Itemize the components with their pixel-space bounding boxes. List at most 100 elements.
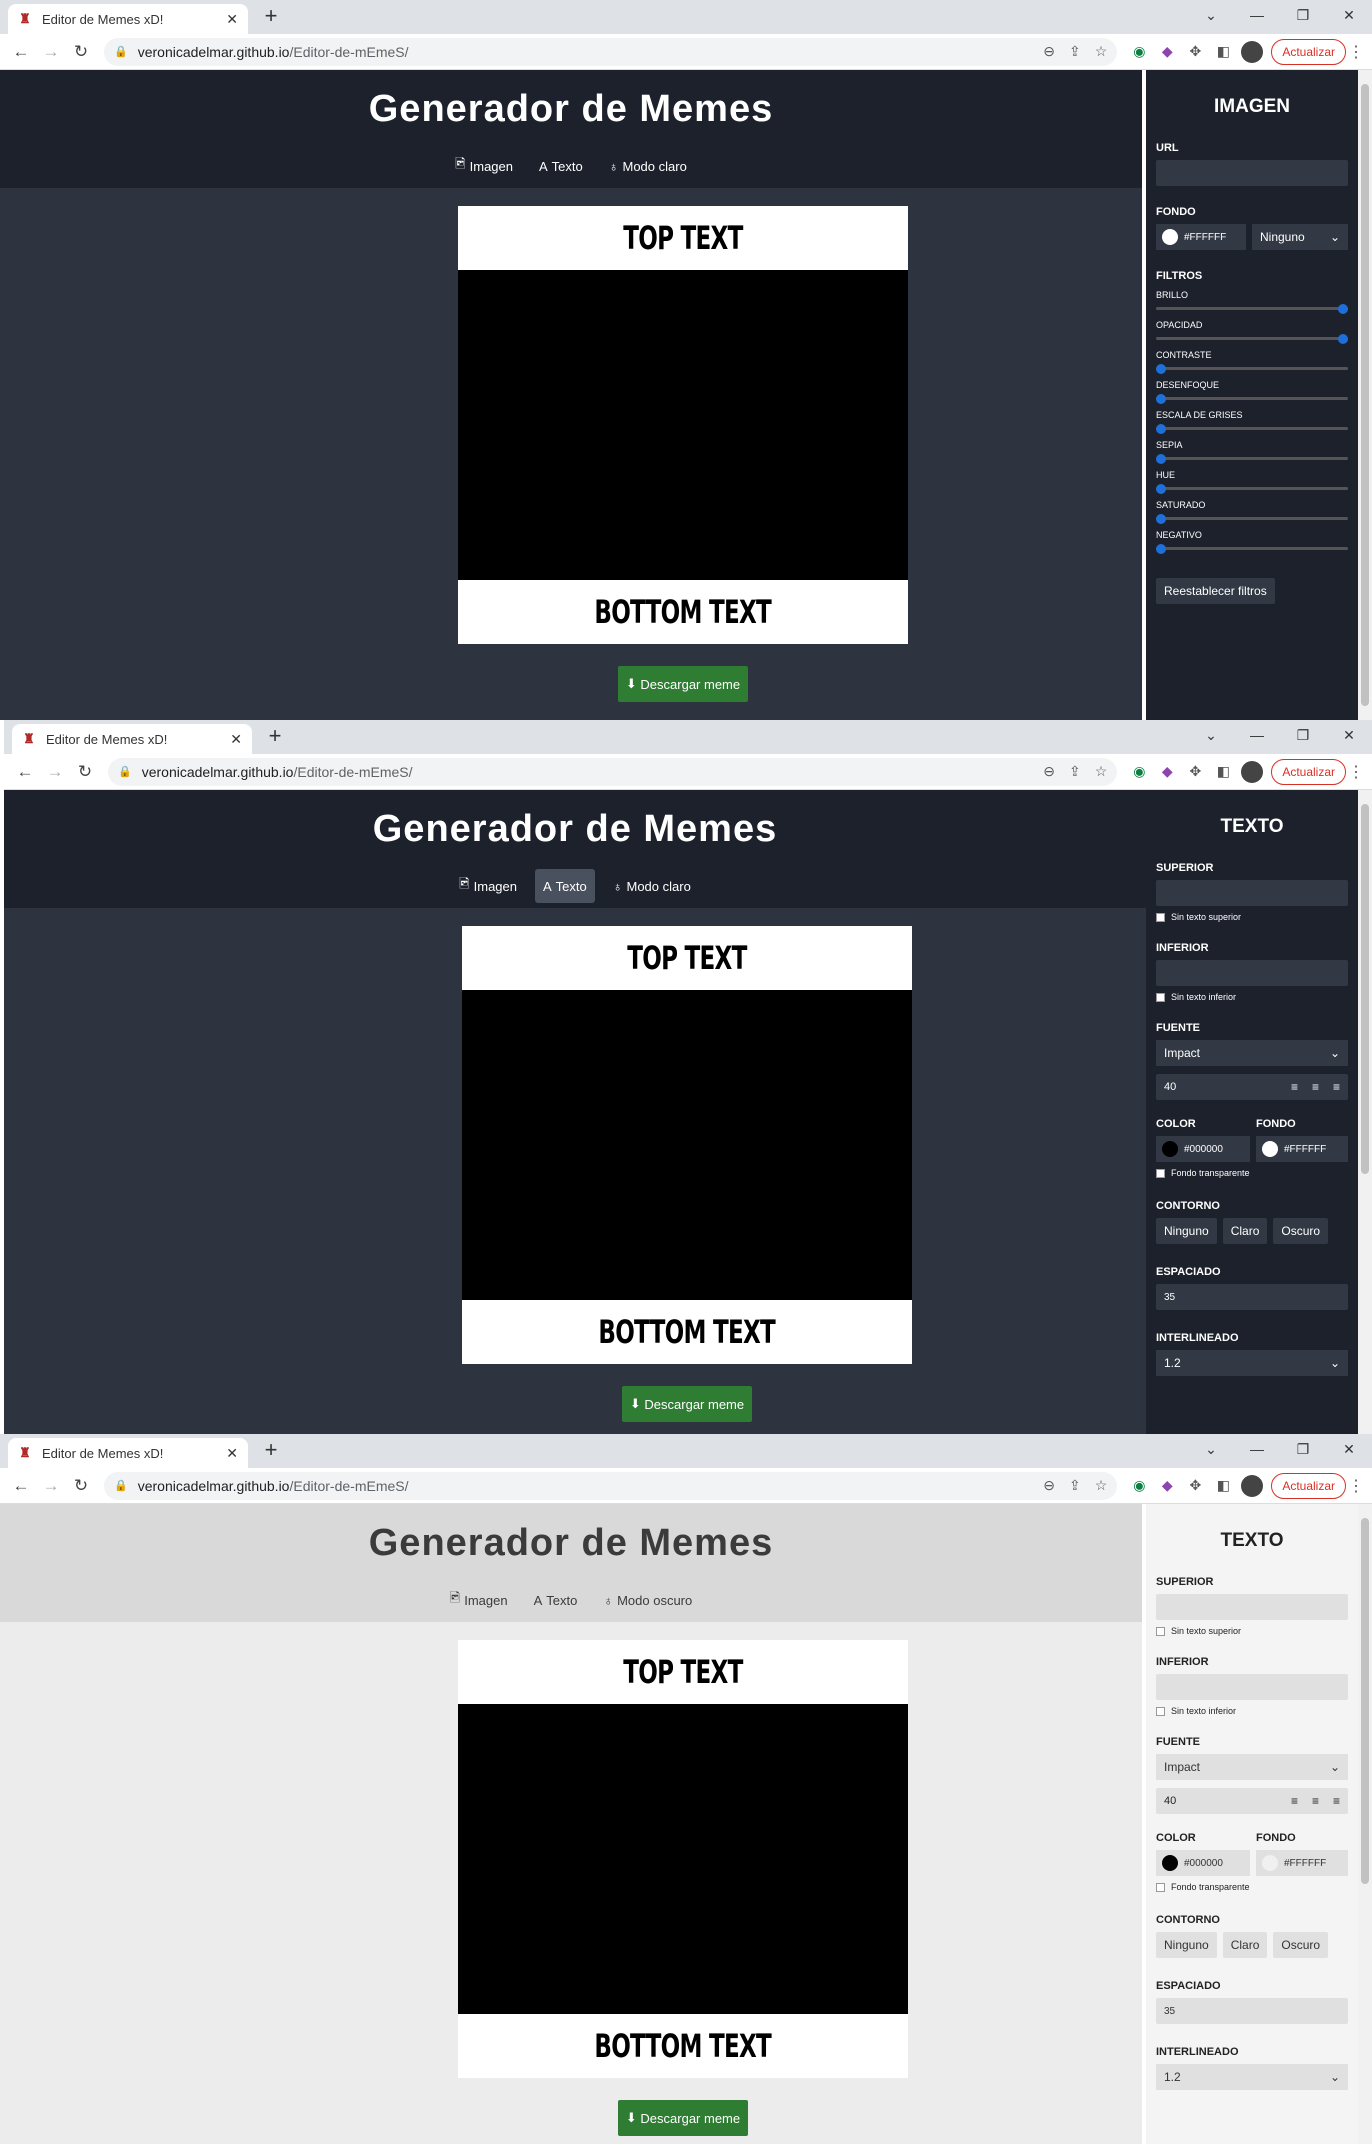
back-icon[interactable]: ←	[6, 1471, 36, 1501]
font-select[interactable]: Impact ⌄	[1156, 1040, 1348, 1066]
menu-kebab-icon[interactable]: ⋮	[1346, 42, 1366, 62]
slider-knob[interactable]	[1156, 394, 1166, 404]
text-bg-color-picker[interactable]: #FFFFFF	[1256, 1850, 1348, 1876]
no-bottom-text-checkbox[interactable]: Sin texto inferior	[1156, 1706, 1348, 1716]
slider-knob[interactable]	[1156, 544, 1166, 554]
tab-search-icon[interactable]: ⌄	[1188, 0, 1234, 30]
nav-image-button[interactable]: 🖻 Imagen	[451, 869, 525, 903]
filter-slider[interactable]	[1156, 514, 1348, 524]
slider-track[interactable]	[1156, 307, 1348, 310]
filter-slider[interactable]	[1156, 544, 1348, 554]
slider-knob[interactable]	[1156, 484, 1166, 494]
back-icon[interactable]: ←	[6, 37, 36, 67]
background-color-picker[interactable]: #FFFFFF	[1156, 224, 1246, 250]
line-height-select[interactable]: 1.2 ⌄	[1156, 2064, 1348, 2090]
profile-avatar[interactable]	[1241, 40, 1264, 63]
scrollbar[interactable]	[1358, 790, 1372, 1434]
blend-mode-select[interactable]: Ninguno ⌄	[1252, 224, 1348, 250]
minimize-icon[interactable]: —	[1234, 720, 1280, 750]
slider-track[interactable]	[1156, 397, 1348, 400]
reload-icon[interactable]: ↻	[66, 1471, 96, 1501]
slider-knob[interactable]	[1156, 424, 1166, 434]
reset-filters-button[interactable]: Reestablecer filtros	[1156, 578, 1275, 604]
download-button[interactable]: ⬇ Descargar meme	[622, 1386, 752, 1422]
slider-knob[interactable]	[1156, 364, 1166, 374]
forward-icon[interactable]: →	[40, 757, 70, 787]
text-bg-color-picker[interactable]: #FFFFFF	[1256, 1136, 1348, 1162]
slider-knob[interactable]	[1156, 514, 1166, 524]
forward-icon[interactable]: →	[36, 1471, 66, 1501]
tab-search-icon[interactable]: ⌄	[1188, 1434, 1234, 1464]
tab-search-icon[interactable]: ⌄	[1188, 720, 1234, 750]
no-top-text-checkbox[interactable]: Sin texto superior	[1156, 912, 1348, 922]
scrollbar[interactable]	[1358, 1504, 1372, 2144]
font-size-input[interactable]: 40 ≡ ≡ ≡	[1156, 1074, 1348, 1100]
filter-slider[interactable]	[1156, 394, 1348, 404]
outline-light-button[interactable]: Claro	[1222, 1218, 1268, 1244]
checkbox[interactable]	[1156, 1168, 1165, 1178]
new-tab-button[interactable]: +	[258, 4, 284, 30]
filter-slider[interactable]	[1156, 304, 1348, 314]
extension-purple-icon[interactable]: ◆	[1153, 758, 1181, 786]
align-right-icon[interactable]: ≡	[1333, 1080, 1340, 1094]
address-bar[interactable]: 🔒 veronicadelmar.github.io/Editor-de-mEm…	[104, 37, 1118, 66]
restore-icon[interactable]: ❐	[1280, 1434, 1326, 1464]
outline-none-button[interactable]: Ninguno	[1156, 1218, 1217, 1244]
checkbox[interactable]	[1156, 912, 1165, 922]
top-text-input[interactable]	[1156, 1594, 1348, 1620]
slider-track[interactable]	[1156, 367, 1348, 370]
update-button[interactable]: Actualizar	[1271, 38, 1346, 65]
browser-tab[interactable]: ♜ Editor de Memes xD! ✕	[12, 724, 252, 754]
nav-text-button[interactable]: A Texto	[526, 1583, 586, 1617]
bottom-text-input[interactable]	[1156, 960, 1348, 986]
zoom-icon[interactable]: ⊖	[1043, 1477, 1055, 1494]
close-window-icon[interactable]: ✕	[1326, 0, 1372, 30]
share-icon[interactable]: ⇪	[1069, 43, 1081, 60]
extension-purple-icon[interactable]: ◆	[1153, 38, 1181, 66]
bookmark-star-icon[interactable]: ☆	[1095, 763, 1108, 780]
restore-icon[interactable]: ❐	[1280, 0, 1326, 30]
scrollbar-thumb[interactable]	[1361, 804, 1369, 1174]
tab-close-icon[interactable]: ✕	[230, 731, 242, 748]
font-size-input[interactable]: 40 ≡ ≡ ≡	[1156, 1788, 1348, 1814]
extensions-puzzle-icon[interactable]: ✥	[1181, 1472, 1209, 1500]
back-icon[interactable]: ←	[10, 757, 40, 787]
filter-slider[interactable]	[1156, 334, 1348, 344]
text-color-picker[interactable]: #000000	[1156, 1850, 1250, 1876]
outline-dark-button[interactable]: Oscuro	[1273, 1218, 1329, 1244]
scrollbar-thumb[interactable]	[1361, 84, 1369, 706]
menu-kebab-icon[interactable]: ⋮	[1346, 1476, 1366, 1496]
minimize-icon[interactable]: —	[1234, 0, 1280, 30]
align-center-icon[interactable]: ≡	[1312, 1794, 1319, 1808]
align-center-icon[interactable]: ≡	[1312, 1080, 1319, 1094]
no-top-text-checkbox[interactable]: Sin texto superior	[1156, 1626, 1348, 1636]
slider-knob[interactable]	[1338, 304, 1348, 314]
zoom-icon[interactable]: ⊖	[1043, 43, 1055, 60]
outline-light-button[interactable]: Claro	[1222, 1932, 1268, 1958]
slider-knob[interactable]	[1338, 334, 1348, 344]
filter-slider[interactable]	[1156, 484, 1348, 494]
spacing-input[interactable]: 35	[1156, 1998, 1348, 2024]
close-window-icon[interactable]: ✕	[1326, 720, 1372, 750]
checkbox[interactable]	[1156, 1882, 1165, 1892]
align-left-icon[interactable]: ≡	[1291, 1794, 1298, 1808]
nav-image-button[interactable]: 🖻 Imagen	[442, 1583, 516, 1617]
scrollbar-thumb[interactable]	[1361, 1518, 1369, 1884]
checkbox[interactable]	[1156, 1626, 1165, 1636]
share-icon[interactable]: ⇪	[1069, 1477, 1081, 1494]
download-button[interactable]: ⬇ Descargar meme	[618, 2100, 748, 2136]
filter-slider[interactable]	[1156, 424, 1348, 434]
address-bar[interactable]: 🔒 veronicadelmar.github.io/Editor-de-mEm…	[108, 757, 1118, 786]
slider-track[interactable]	[1156, 457, 1348, 460]
address-bar[interactable]: 🔒 veronicadelmar.github.io/Editor-de-mEm…	[104, 1471, 1118, 1500]
slider-track[interactable]	[1156, 547, 1348, 550]
new-tab-button[interactable]: +	[262, 724, 288, 750]
slider-track[interactable]	[1156, 487, 1348, 490]
extensions-puzzle-icon[interactable]: ✥	[1181, 38, 1209, 66]
download-button[interactable]: ⬇ Descargar meme	[618, 666, 748, 702]
bookmark-star-icon[interactable]: ☆	[1095, 1477, 1108, 1494]
update-button[interactable]: Actualizar	[1271, 758, 1346, 785]
align-left-icon[interactable]: ≡	[1291, 1080, 1298, 1094]
side-panel-icon[interactable]: ◧	[1209, 758, 1237, 786]
profile-avatar[interactable]	[1241, 1474, 1264, 1497]
